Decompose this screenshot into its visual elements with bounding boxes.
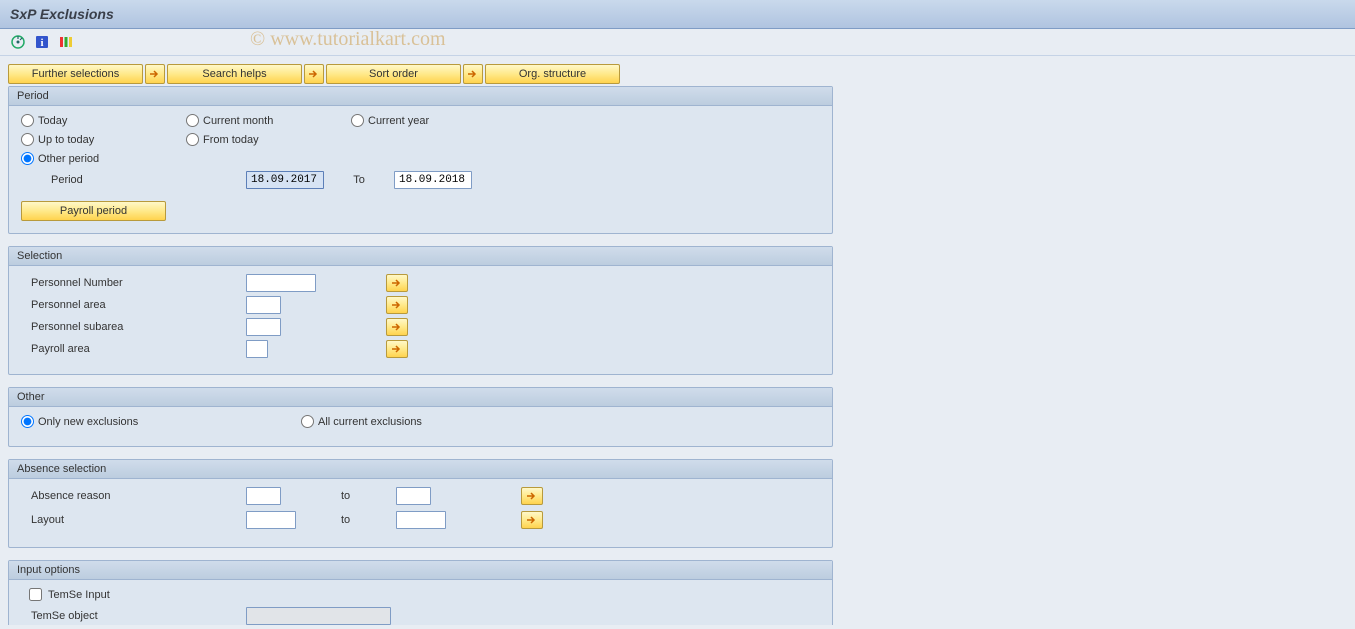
label-from-today[interactable]: From today [203, 134, 259, 146]
period-field-label: Period [21, 174, 246, 186]
label-current-year[interactable]: Current year [368, 115, 429, 127]
further-selections-button[interactable]: Further selections [8, 64, 143, 84]
personnel-subarea-more[interactable] [386, 318, 408, 336]
temse-object-input [246, 607, 391, 625]
org-structure-button[interactable]: Org. structure [485, 64, 620, 84]
search-helps-button[interactable]: Search helps [167, 64, 302, 84]
period-header: Period [9, 87, 832, 106]
sort-order-button[interactable]: Sort order [326, 64, 461, 84]
label-today[interactable]: Today [38, 115, 67, 127]
action-button-row: Further selections Search helps Sort ord… [8, 64, 1339, 84]
radio-current-month[interactable] [186, 114, 199, 127]
search-helps-arrow[interactable] [145, 64, 165, 84]
payroll-period-button[interactable]: Payroll period [21, 201, 166, 221]
radio-other-period[interactable] [21, 152, 34, 165]
layout-label: Layout [21, 514, 246, 526]
sort-order-arrow[interactable] [304, 64, 324, 84]
radio-all-current[interactable] [301, 415, 314, 428]
absence-reason-from-input[interactable] [246, 487, 281, 505]
temse-input-checkbox[interactable] [29, 588, 42, 601]
absence-reason-label: Absence reason [21, 490, 246, 502]
svg-text:i: i [40, 37, 43, 49]
radio-only-new[interactable] [21, 415, 34, 428]
execute-icon[interactable] [8, 33, 28, 51]
personnel-area-input[interactable] [246, 296, 281, 314]
personnel-subarea-input[interactable] [246, 318, 281, 336]
radio-up-to-today[interactable] [21, 133, 34, 146]
label-up-to-today[interactable]: Up to today [38, 134, 94, 146]
personnel-area-more[interactable] [386, 296, 408, 314]
absence-reason-more[interactable] [521, 487, 543, 505]
icon-toolbar: i [0, 29, 1355, 56]
personnel-number-more[interactable] [386, 274, 408, 292]
period-group: Period Today Current month Current year … [8, 86, 833, 234]
variant-icon[interactable] [56, 33, 76, 51]
other-group: Other Only new exclusions All current ex… [8, 387, 833, 447]
org-structure-arrow[interactable] [463, 64, 483, 84]
absence-group: Absence selection Absence reason to Layo… [8, 459, 833, 548]
absence-reason-to-input[interactable] [396, 487, 431, 505]
input-options-header: Input options [9, 561, 832, 580]
payroll-area-label: Payroll area [21, 343, 246, 355]
absence-to-label-1: to [281, 490, 396, 502]
label-only-new[interactable]: Only new exclusions [38, 416, 138, 428]
period-from-input[interactable] [246, 171, 324, 189]
page-title-bar: SxP Exclusions [0, 0, 1355, 29]
label-all-current[interactable]: All current exclusions [318, 416, 422, 428]
page-title: SxP Exclusions [10, 6, 114, 22]
payroll-area-input[interactable] [246, 340, 268, 358]
personnel-number-input[interactable] [246, 274, 316, 292]
label-other-period[interactable]: Other period [38, 153, 99, 165]
temse-object-label: TemSe object [21, 610, 246, 622]
selection-group: Selection Personnel Number Personnel are… [8, 246, 833, 375]
layout-from-input[interactable] [246, 511, 296, 529]
label-current-month[interactable]: Current month [203, 115, 273, 127]
period-to-input[interactable] [394, 171, 472, 189]
personnel-subarea-label: Personnel subarea [21, 321, 246, 333]
radio-today[interactable] [21, 114, 34, 127]
temse-input-label[interactable]: TemSe Input [48, 589, 110, 601]
other-header: Other [9, 388, 832, 407]
layout-more[interactable] [521, 511, 543, 529]
absence-header: Absence selection [9, 460, 832, 479]
layout-to-input[interactable] [396, 511, 446, 529]
personnel-area-label: Personnel area [21, 299, 246, 311]
payroll-area-more[interactable] [386, 340, 408, 358]
personnel-number-label: Personnel Number [21, 277, 246, 289]
scroll-area[interactable]: Further selections Search helps Sort ord… [8, 64, 1343, 625]
content-area: Further selections Search helps Sort ord… [0, 56, 1355, 625]
period-to-label: To [324, 174, 394, 186]
selection-header: Selection [9, 247, 832, 266]
input-options-group: Input options TemSe Input TemSe object [8, 560, 833, 625]
radio-from-today[interactable] [186, 133, 199, 146]
info-icon[interactable]: i [32, 33, 52, 51]
radio-current-year[interactable] [351, 114, 364, 127]
absence-to-label-2: to [296, 514, 396, 526]
